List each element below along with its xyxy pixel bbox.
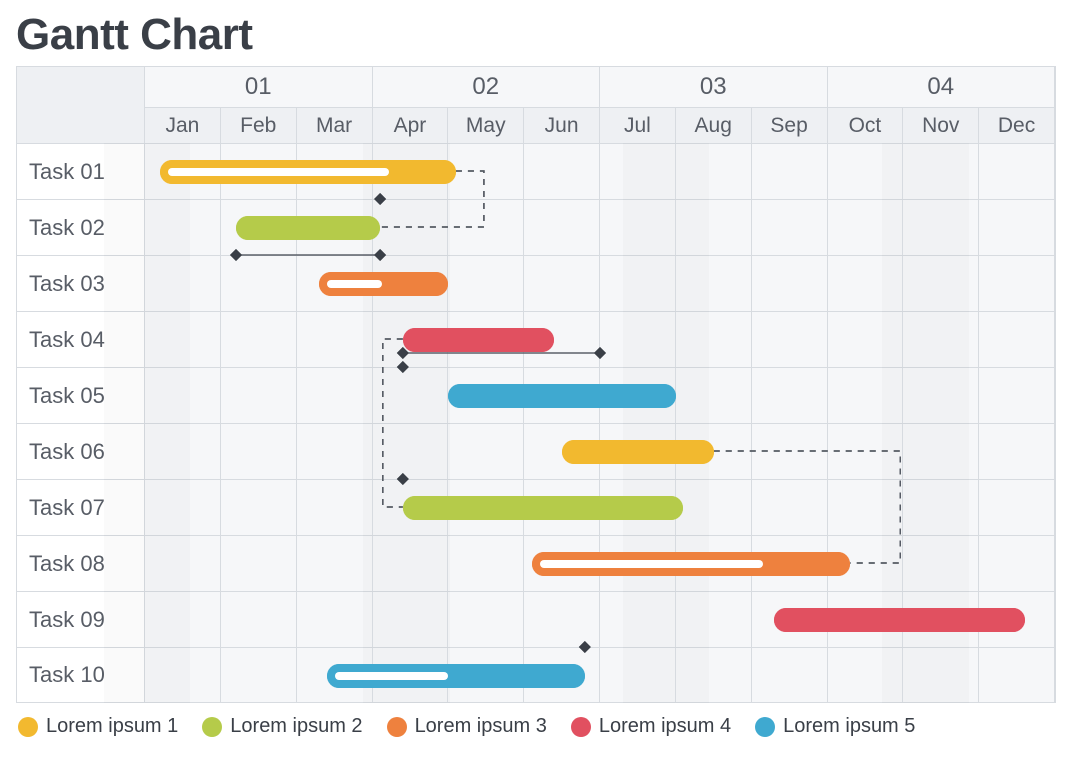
month-header: Apr (373, 107, 449, 143)
quarter-header: 03 (600, 67, 828, 107)
table-row: Task 09 (17, 591, 1055, 647)
gantt-bar[interactable] (774, 608, 1024, 632)
legend-label: Lorem ipsum 5 (783, 715, 915, 738)
month-header: Oct (828, 107, 904, 143)
task-label: Task 05 (17, 368, 145, 423)
legend-label: Lorem ipsum 1 (46, 715, 178, 738)
task-lane (145, 424, 1055, 479)
gantt-bar[interactable] (327, 664, 585, 688)
table-row: Task 07 (17, 479, 1055, 535)
legend-item: Lorem ipsum 1 (18, 715, 178, 738)
gantt-bar[interactable] (562, 440, 714, 464)
legend-item: Lorem ipsum 4 (571, 715, 731, 738)
task-label: Task 06 (17, 424, 145, 479)
gantt-header: 01020304 JanFebMarAprMayJunJulAugSepOctN… (17, 67, 1055, 143)
gantt-bar[interactable] (236, 216, 380, 240)
gantt-bar-progress (335, 672, 448, 680)
task-label: Task 07 (17, 480, 145, 535)
gantt-chart: 01020304 JanFebMarAprMayJunJulAugSepOctN… (16, 66, 1056, 703)
legend-swatch (755, 717, 775, 737)
legend: Lorem ipsum 1 Lorem ipsum 2 Lorem ipsum 3 L… (16, 703, 1056, 738)
task-lane (145, 536, 1055, 591)
gantt-bar-progress (540, 560, 763, 568)
table-row: Task 02 (17, 199, 1055, 255)
task-lane (145, 592, 1055, 647)
task-label: Task 08 (17, 536, 145, 591)
month-header: Jul (600, 107, 676, 143)
task-lane (145, 368, 1055, 423)
legend-item: Lorem ipsum 3 (387, 715, 547, 738)
legend-label: Lorem ipsum 3 (415, 715, 547, 738)
task-lane (145, 480, 1055, 535)
gantt-bar[interactable] (448, 384, 676, 408)
table-row: Task 06 (17, 423, 1055, 479)
quarter-header: 02 (373, 67, 601, 107)
month-header: Dec (979, 107, 1055, 143)
month-header: Jun (524, 107, 600, 143)
legend-swatch (202, 717, 222, 737)
gantt-bar[interactable] (532, 552, 851, 576)
task-label: Task 01 (17, 144, 145, 199)
legend-label: Lorem ipsum 2 (230, 715, 362, 738)
task-lane (145, 648, 1055, 702)
legend-item: Lorem ipsum 2 (202, 715, 362, 738)
gantt-bar[interactable] (403, 496, 684, 520)
month-header: Sep (752, 107, 828, 143)
table-row: Task 01 (17, 143, 1055, 199)
task-lane (145, 200, 1055, 255)
quarter-header: 01 (145, 67, 373, 107)
table-row: Task 03 (17, 255, 1055, 311)
gantt-bar[interactable] (403, 328, 555, 352)
gantt-bar-progress (327, 280, 382, 288)
legend-swatch (18, 717, 38, 737)
table-row: Task 08 (17, 535, 1055, 591)
gantt-bar[interactable] (160, 160, 456, 184)
task-lane (145, 256, 1055, 311)
month-header: Mar (297, 107, 373, 143)
month-header: May (448, 107, 524, 143)
task-lane (145, 144, 1055, 199)
page-title: Gantt Chart (16, 10, 1056, 60)
task-lane (145, 312, 1055, 367)
legend-swatch (387, 717, 407, 737)
table-row: Task 10 (17, 647, 1055, 703)
legend-item: Lorem ipsum 5 (755, 715, 915, 738)
gantt-bar-progress (168, 168, 389, 176)
table-row: Task 05 (17, 367, 1055, 423)
month-header: Aug (676, 107, 752, 143)
task-label: Task 02 (17, 200, 145, 255)
table-row: Task 04 (17, 311, 1055, 367)
legend-swatch (571, 717, 591, 737)
task-label: Task 10 (17, 648, 145, 702)
month-header: Nov (903, 107, 979, 143)
gantt-body: Task 01Task 02Task 03Task 04Task 05Task … (17, 143, 1055, 703)
task-label: Task 03 (17, 256, 145, 311)
task-column-header (17, 67, 145, 143)
month-header: Jan (145, 107, 221, 143)
task-label: Task 04 (17, 312, 145, 367)
month-header: Feb (221, 107, 297, 143)
gantt-bar[interactable] (319, 272, 448, 296)
task-label: Task 09 (17, 592, 145, 647)
quarter-header: 04 (828, 67, 1056, 107)
legend-label: Lorem ipsum 4 (599, 715, 731, 738)
